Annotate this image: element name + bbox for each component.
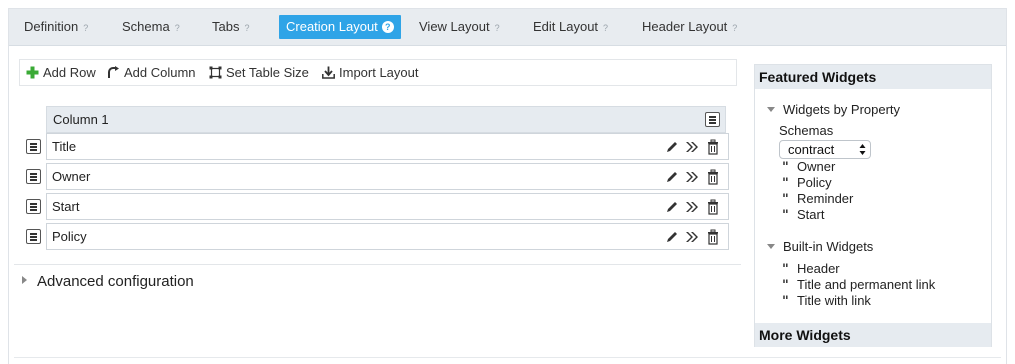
- import-layout-button[interactable]: Import Layout: [322, 64, 419, 82]
- resize-icon: [209, 66, 222, 79]
- layout-row-title[interactable]: Title: [46, 133, 729, 160]
- layout-toolbar: Add Row Add Column Set Table Size Import…: [19, 59, 737, 86]
- widget-item-policy[interactable]: " Policy: [782, 175, 832, 191]
- caret-right-icon: [22, 276, 27, 284]
- import-icon: [322, 66, 335, 79]
- tab-schema[interactable]: Schema?: [115, 15, 187, 39]
- help-icon[interactable]: ?: [244, 23, 249, 33]
- widgets-panel: Featured Widgets Widgets by Property Sch…: [754, 64, 992, 347]
- schema-select-value: contract: [788, 142, 835, 157]
- widget-item-start[interactable]: " Start: [782, 207, 824, 223]
- featured-widgets-header: Featured Widgets: [755, 65, 991, 89]
- help-icon[interactable]: ?: [732, 23, 737, 33]
- edit-pencil-icon[interactable]: [665, 139, 679, 155]
- widget-item-title-with-link[interactable]: " Title with link: [782, 293, 871, 309]
- column-title: Column 1: [53, 112, 109, 127]
- more-widgets-header[interactable]: More Widgets: [755, 323, 991, 347]
- widgets-by-property-toggle[interactable]: Widgets by Property: [767, 102, 900, 117]
- row-drag-handle-icon[interactable]: [26, 169, 41, 184]
- trash-icon[interactable]: [706, 199, 720, 215]
- quote-icon: ": [782, 208, 789, 223]
- column-header: Column 1: [46, 106, 726, 133]
- divider: [14, 357, 1001, 358]
- tab-definition[interactable]: Definition?: [17, 15, 95, 39]
- import-layout-label: Import Layout: [339, 65, 419, 80]
- widget-item-owner[interactable]: " Owner: [782, 159, 835, 175]
- help-icon[interactable]: ?: [175, 23, 180, 33]
- quote-icon: ": [782, 176, 789, 191]
- row-drag-handle-icon[interactable]: [26, 139, 41, 154]
- move-right-icon[interactable]: [685, 169, 699, 185]
- tab-bar: Definition? Schema? Tabs? Creation Layou…: [9, 9, 1006, 46]
- row-label: Title: [52, 139, 77, 154]
- layout-designer: Definition? Schema? Tabs? Creation Layou…: [8, 8, 1007, 364]
- tab-edit-layout[interactable]: Edit Layout?: [526, 15, 615, 39]
- quote-icon: ": [782, 262, 789, 277]
- schemas-label: Schemas: [779, 123, 834, 138]
- widget-item-title-permanent-link[interactable]: " Title and permanent link: [782, 277, 935, 293]
- tab-tabs[interactable]: Tabs?: [205, 15, 256, 39]
- add-row-label: Add Row: [43, 65, 96, 80]
- move-right-icon[interactable]: [685, 199, 699, 215]
- caret-down-icon: [767, 107, 775, 112]
- select-arrows-icon: [859, 144, 866, 155]
- row-drag-handle-icon[interactable]: [26, 229, 41, 244]
- add-column-button[interactable]: Add Column: [107, 64, 196, 82]
- quote-icon: ": [782, 192, 789, 207]
- caret-down-icon: [767, 244, 775, 249]
- row-label: Owner: [52, 169, 91, 184]
- advanced-configuration-toggle[interactable]: Advanced configuration: [22, 272, 194, 292]
- widget-item-header[interactable]: " Header: [782, 261, 840, 277]
- edit-pencil-icon[interactable]: [665, 199, 679, 215]
- help-icon[interactable]: ?: [495, 23, 500, 33]
- set-table-size-button[interactable]: Set Table Size: [209, 64, 309, 82]
- quote-icon: ": [782, 160, 789, 175]
- plus-icon: [26, 66, 39, 79]
- column-menu-icon[interactable]: [705, 112, 720, 127]
- move-right-icon[interactable]: [685, 139, 699, 155]
- built-in-widgets-label: Built-in Widgets: [783, 239, 874, 254]
- quote-icon: ": [782, 294, 789, 309]
- help-icon[interactable]: ?: [603, 23, 608, 33]
- add-column-label: Add Column: [124, 65, 196, 80]
- move-right-icon[interactable]: [685, 229, 699, 245]
- edit-pencil-icon[interactable]: [665, 169, 679, 185]
- edit-pencil-icon[interactable]: [665, 229, 679, 245]
- row-label: Start: [52, 199, 80, 214]
- built-in-widgets-toggle[interactable]: Built-in Widgets: [767, 239, 873, 254]
- widgets-by-property-label: Widgets by Property: [783, 102, 901, 117]
- layout-row-policy[interactable]: Policy: [46, 223, 729, 250]
- set-table-size-label: Set Table Size: [226, 65, 309, 80]
- advanced-configuration-label: Advanced configuration: [37, 273, 194, 290]
- help-icon[interactable]: ?: [381, 21, 394, 33]
- tab-view-layout[interactable]: View Layout?: [412, 15, 507, 39]
- tab-creation-layout[interactable]: Creation Layout?: [279, 15, 401, 39]
- layout-row-owner[interactable]: Owner: [46, 163, 729, 190]
- layout-row-start[interactable]: Start: [46, 193, 729, 220]
- trash-icon[interactable]: [706, 169, 720, 185]
- tab-header-layout[interactable]: Header Layout?: [635, 15, 744, 39]
- redo-arrow-icon: [108, 66, 119, 78]
- row-label: Policy: [52, 229, 87, 244]
- widget-item-reminder[interactable]: " Reminder: [782, 191, 853, 207]
- schema-select[interactable]: contract: [779, 140, 871, 159]
- trash-icon[interactable]: [706, 139, 720, 155]
- row-drag-handle-icon[interactable]: [26, 199, 41, 214]
- divider: [14, 264, 741, 265]
- trash-icon[interactable]: [706, 229, 720, 245]
- add-row-button[interactable]: Add Row: [26, 64, 96, 82]
- help-icon[interactable]: ?: [83, 23, 88, 33]
- quote-icon: ": [782, 278, 789, 293]
